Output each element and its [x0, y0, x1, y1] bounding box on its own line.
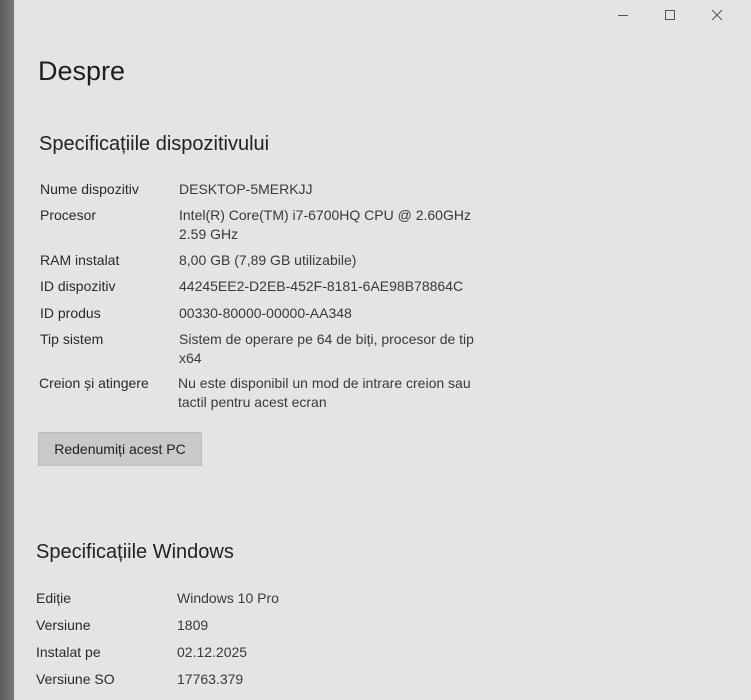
- spec-label: Versiune SO: [36, 671, 115, 687]
- settings-window: Despre Specificațiile dispozitivului Num…: [14, 0, 751, 700]
- device-specs-heading: Specificațiile dispozitivului: [39, 133, 270, 155]
- maximize-button[interactable]: [647, 0, 693, 30]
- minimize-button[interactable]: [600, 0, 646, 30]
- spec-value[interactable]: 17763.379: [177, 670, 507, 689]
- spec-label: RAM instalat: [40, 252, 120, 268]
- windows-specs-heading: Specificațiile Windows: [36, 541, 234, 563]
- spec-label: Nume dispozitiv: [40, 181, 139, 197]
- spec-value[interactable]: Nu este disponibil un mod de intrare cre…: [178, 374, 508, 412]
- spec-value[interactable]: 8,00 GB (7,89 GB utilizabile): [179, 251, 509, 270]
- minimize-icon: [617, 9, 629, 21]
- spec-value[interactable]: 00330-80000-00000-AA348: [179, 304, 509, 323]
- spec-label: ID produs: [40, 305, 101, 321]
- close-button[interactable]: [694, 0, 740, 30]
- maximize-icon: [664, 9, 676, 21]
- spec-value[interactable]: DESKTOP-5MERKJJ: [179, 180, 509, 199]
- spec-label: Instalat pe: [36, 644, 101, 660]
- desktop-edge: [0, 0, 14, 700]
- spec-value[interactable]: Sistem de operare pe 64 de biți, proceso…: [179, 330, 509, 368]
- spec-value[interactable]: Windows 10 Pro: [177, 589, 507, 608]
- spec-label: Tip sistem: [40, 331, 104, 347]
- spec-value[interactable]: 44245EE2-D2EB-452F-8181-6AE98B78864C: [179, 277, 509, 296]
- spec-label: Creion și atingere: [39, 375, 149, 391]
- spec-label: Ediție: [36, 590, 72, 606]
- spec-label: Versiune: [36, 617, 91, 633]
- close-icon: [711, 9, 723, 21]
- spec-value[interactable]: 02.12.2025: [177, 643, 507, 662]
- spec-label: Procesor: [40, 207, 97, 223]
- spec-value[interactable]: Intel(R) Core(TM) i7-6700HQ CPU @ 2.60GH…: [179, 206, 509, 244]
- spec-label: ID dispozitiv: [40, 278, 116, 294]
- rename-pc-button[interactable]: Redenumiți acest PC: [38, 432, 202, 466]
- spec-value[interactable]: 1809: [177, 616, 507, 635]
- title-bar: [14, 0, 751, 32]
- page-title: Despre: [38, 56, 126, 86]
